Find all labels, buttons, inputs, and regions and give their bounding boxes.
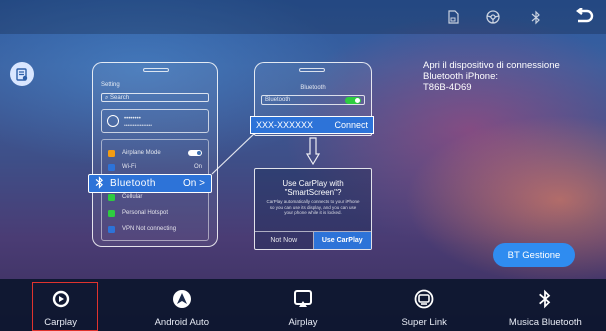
- back-icon[interactable]: [571, 4, 597, 30]
- bluetooth-screen-title: Bluetooth: [300, 85, 326, 91]
- carplay-dialog-illustration: Use CarPlay with "SmartScreen"? CarPlay …: [254, 168, 372, 250]
- carplay-connection-screen: Setting ⌕ Search •••••••• ••••••••••••••…: [0, 0, 606, 331]
- row-label: Wi-Fi: [122, 164, 136, 170]
- nav-super-link[interactable]: Super Link: [364, 279, 485, 331]
- airplay-icon: [292, 288, 314, 310]
- airplane-icon: [108, 149, 115, 157]
- device-name: XXX-XXXXXX: [256, 120, 314, 130]
- airplane-toggle: [188, 150, 202, 156]
- connection-instructions: Apri il dispositivo di connessione Bluet…: [423, 60, 560, 93]
- vpn-icon: [108, 225, 115, 233]
- bluetooth-toggle-label: Bluetooth: [265, 97, 291, 103]
- hotspot-icon: [108, 209, 115, 217]
- wifi-icon: [108, 163, 115, 171]
- settings-search-field: ⌕ Search: [101, 93, 209, 102]
- phone-notch: [299, 68, 325, 72]
- row-label: Personal Hotspot: [122, 210, 169, 216]
- connect-label: Connect: [334, 120, 368, 130]
- nav-label: Airplay: [288, 317, 318, 328]
- bottom-navigation: Carplay Android Auto Airplay Super Link …: [0, 279, 606, 331]
- bt-management-button[interactable]: BT Gestione: [493, 243, 575, 267]
- row-label: Airplane Mode: [122, 150, 161, 156]
- bluetooth-row-highlight: Bluetooth On >: [88, 174, 212, 193]
- nav-label: Android Auto: [154, 317, 209, 328]
- use-carplay-label: Use CarPlay: [313, 232, 371, 249]
- profile-card: •••••••• ••••••••••••••••: [101, 109, 209, 133]
- nav-airplay[interactable]: Airplay: [242, 279, 363, 331]
- bluetooth-toggle-row: Bluetooth: [261, 95, 365, 105]
- sd-card-icon[interactable]: [442, 6, 464, 28]
- settings-row-wifi: Wi-Fi On: [108, 162, 202, 172]
- row-label: Cellular: [122, 194, 143, 200]
- steering-wheel-icon[interactable]: [482, 6, 504, 28]
- bluetooth-music-icon: [534, 288, 556, 310]
- nav-bluetooth-music[interactable]: Musica Bluetooth: [485, 279, 606, 331]
- phone-notch: [143, 68, 169, 72]
- down-arrow-icon: [306, 137, 320, 166]
- nav-carplay[interactable]: Carplay: [0, 279, 121, 331]
- top-status-bar: [0, 0, 606, 34]
- dialog-title: Use CarPlay with "SmartScreen"?: [282, 179, 344, 197]
- profile-subtitle: ••••••••••••••••: [124, 123, 153, 129]
- super-link-icon: [413, 288, 435, 310]
- android-auto-icon: [171, 288, 193, 310]
- profile-name: ••••••••: [124, 116, 141, 122]
- settings-document-icon[interactable]: [10, 62, 34, 86]
- nav-android-auto[interactable]: Android Auto: [121, 279, 242, 331]
- active-selection-outline: [32, 282, 98, 331]
- row-label: VPN Not connecting: [122, 226, 177, 232]
- device-connect-row: XXX-XXXXXX Connect: [250, 116, 374, 134]
- settings-row-cellular: Cellular: [108, 192, 202, 202]
- bluetooth-row-label: Bluetooth: [110, 178, 156, 189]
- settings-title: Setting: [101, 82, 120, 88]
- cellular-icon: [108, 193, 115, 201]
- bluetooth-row-value: On >: [183, 178, 205, 189]
- instruction-line-3: T86B-4D69: [423, 82, 472, 93]
- not-now-label: Not Now: [255, 232, 314, 249]
- bluetooth-row-icon: [95, 175, 104, 192]
- bluetooth-icon[interactable]: [525, 6, 547, 28]
- settings-row-airplane: Airplane Mode: [108, 148, 202, 158]
- instruction-line-1: Apri il dispositivo di connessione: [423, 60, 560, 71]
- settings-row-hotspot: Personal Hotspot: [108, 208, 202, 218]
- search-placeholder: Search: [110, 95, 130, 101]
- dialog-body: CarPlay automatically connects to your i…: [266, 199, 360, 215]
- instruction-line-2: Bluetooth iPhone:: [423, 71, 499, 82]
- row-value: On: [193, 164, 202, 170]
- bluetooth-toggle: [345, 97, 361, 104]
- nav-label: Musica Bluetooth: [508, 317, 582, 328]
- nav-label: Super Link: [401, 317, 447, 328]
- avatar-icon: [107, 115, 119, 127]
- dialog-buttons: Not Now Use CarPlay: [255, 231, 371, 249]
- phone-settings-illustration: Setting ⌕ Search •••••••• ••••••••••••••…: [92, 62, 218, 247]
- settings-row-vpn: VPN Not connecting: [108, 224, 202, 234]
- connector-line: [211, 131, 257, 175]
